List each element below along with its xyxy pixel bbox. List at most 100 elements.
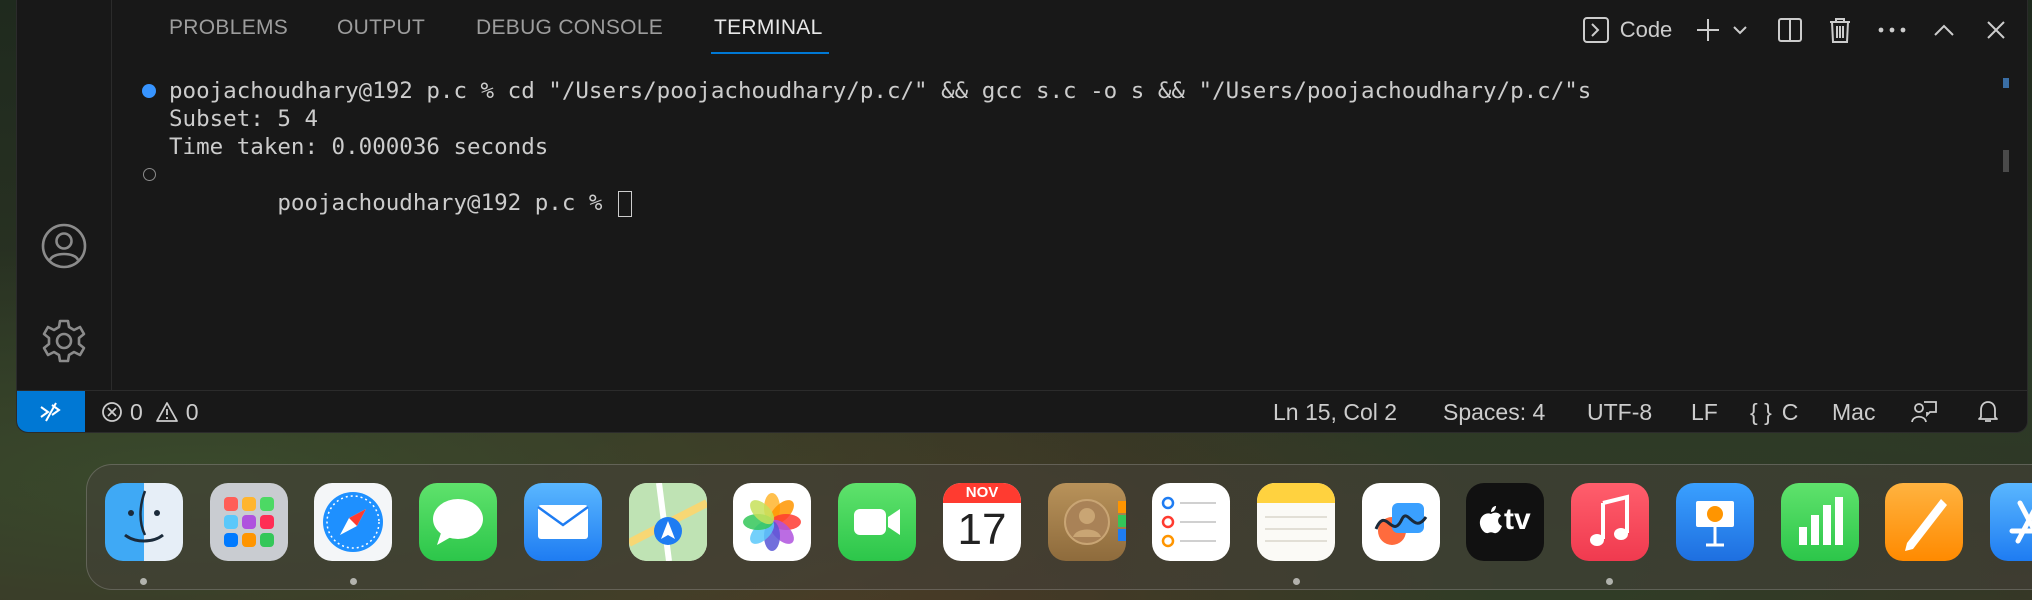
maps-icon: [629, 483, 707, 561]
eol-setting[interactable]: LF: [1691, 391, 1718, 432]
terminal-prompt: poojachoudhary@192 p.c %: [277, 190, 617, 216]
terminal-name: Code: [1619, 17, 1673, 42]
remote-indicator[interactable]: [17, 391, 85, 432]
messages-icon: [433, 499, 483, 545]
app-store-icon: [2009, 500, 2032, 544]
dock-safari[interactable]: [314, 483, 392, 561]
dock-app-store[interactable]: [1990, 483, 2032, 561]
problems-indicator[interactable]: 0 0: [101, 391, 199, 432]
terminal-scrollbar[interactable]: [2003, 150, 2009, 172]
active-tab-indicator: [711, 52, 829, 54]
dock-freeform[interactable]: [1362, 483, 1440, 561]
account-icon[interactable]: [40, 222, 88, 270]
tv-label: tv: [1504, 503, 1531, 536]
terminal-instance-button[interactable]: Code: [1572, 10, 1682, 50]
tab-debug-console[interactable]: DEBUG CONSOLE: [476, 16, 663, 40]
dock-photos[interactable]: [733, 483, 811, 561]
calendar-month: NOV: [965, 484, 999, 501]
dock-keynote[interactable]: [1676, 483, 1754, 561]
vscode-window: PROBLEMS OUTPUT DEBUG CONSOLE TERMINAL C…: [16, 0, 2028, 433]
facetime-icon: [854, 509, 900, 535]
trash-icon: [1830, 18, 1850, 43]
new-terminal-button[interactable]: [1691, 10, 1725, 50]
photos-icon: [743, 493, 801, 551]
chevron-up-icon: [1934, 24, 1954, 36]
terminal-output[interactable]: poojachoudhary@192 p.c % cd "/Users/pooj…: [112, 72, 1987, 372]
mail-icon: [537, 505, 589, 539]
dock-messages[interactable]: [419, 483, 497, 561]
finder-running-dot: [140, 578, 147, 585]
language-mode[interactable]: { } C: [1750, 391, 1799, 432]
dock-launchpad[interactable]: [210, 483, 288, 561]
notes-icon: [1257, 483, 1335, 542]
terminal-prompt-line: poojachoudhary@192 p.c %: [169, 161, 633, 245]
kill-terminal-button[interactable]: [1823, 10, 1857, 50]
activity-bar: [17, 0, 112, 390]
pages-icon: [1905, 499, 1947, 551]
safari-running-dot: [350, 578, 357, 585]
bell-icon: [1978, 401, 1998, 422]
dock-music[interactable]: [1571, 483, 1649, 561]
ellipsis-icon: [1878, 27, 1906, 33]
dock-contacts[interactable]: [1048, 483, 1126, 561]
launchpad-icon: [224, 497, 274, 547]
dock-tv[interactable]: tv: [1466, 483, 1544, 561]
terminal-icon: [1582, 17, 1609, 43]
close-panel-button[interactable]: [1979, 10, 2013, 50]
tab-problems[interactable]: PROBLEMS: [169, 16, 288, 40]
language-label: C: [1781, 398, 1799, 425]
contacts-icon: [1064, 499, 1126, 545]
dock-maps[interactable]: [629, 483, 707, 561]
platform-indicator[interactable]: Mac: [1832, 391, 1875, 432]
more-actions-button[interactable]: [1875, 10, 1909, 50]
split-terminal-button[interactable]: [1773, 10, 1807, 50]
terminal-line: poojachoudhary@192 p.c % cd "/Users/pooj…: [169, 78, 1592, 104]
tab-terminal[interactable]: TERMINAL: [714, 16, 823, 40]
scrollbar-marker: [2003, 78, 2009, 88]
dock-reminders[interactable]: [1152, 483, 1230, 561]
dock-finder[interactable]: [105, 483, 183, 561]
terminal-line: Subset: 5 4: [169, 106, 319, 132]
notifications-button[interactable]: [1977, 391, 1999, 432]
warning-count: 0: [185, 398, 199, 425]
keynote-icon: [1696, 501, 1734, 547]
dock-facetime[interactable]: [838, 483, 916, 561]
dock-mail[interactable]: [524, 483, 602, 561]
cursor-position[interactable]: Ln 15, Col 2: [1273, 391, 1397, 432]
bottom-panel: PROBLEMS OUTPUT DEBUG CONSOLE TERMINAL C…: [112, 0, 2027, 390]
maximize-panel-button[interactable]: [1927, 10, 1961, 50]
remote-icon: [40, 402, 61, 422]
warning-icon: [155, 402, 178, 422]
manage-gear-icon[interactable]: [40, 317, 88, 365]
dock-notes[interactable]: [1257, 483, 1335, 561]
split-icon: [1778, 18, 1802, 42]
notes-running-dot: [1293, 578, 1300, 585]
dock-pages[interactable]: [1885, 483, 1963, 561]
tab-output[interactable]: OUTPUT: [337, 16, 425, 40]
error-count: 0: [130, 398, 143, 425]
chevron-down-icon: [1733, 26, 1747, 35]
braces-icon: { }: [1750, 398, 1772, 425]
feedback-button[interactable]: [1911, 391, 1937, 432]
status-bar: 0 0 Ln 15, Col 2 Spaces: 4 UTF-8 LF { } …: [17, 390, 2027, 432]
terminal-line: Time taken: 0.000036 seconds: [169, 134, 549, 160]
feedback-icon: [1911, 401, 1937, 423]
dock-numbers[interactable]: [1781, 483, 1859, 561]
command-pending-marker: [143, 168, 156, 181]
terminal-dropdown-button[interactable]: [1729, 10, 1751, 50]
error-icon: [102, 402, 122, 422]
plus-icon: [1697, 19, 1719, 41]
indentation-setting[interactable]: Spaces: 4: [1443, 391, 1545, 432]
command-success-marker[interactable]: [142, 84, 156, 98]
encoding-setting[interactable]: UTF-8: [1587, 391, 1652, 432]
numbers-icon: [1799, 497, 1843, 545]
finder-icon: [124, 490, 164, 543]
calendar-day: 17: [957, 505, 1007, 554]
terminal-cursor: [618, 190, 633, 217]
music-running-dot: [1606, 578, 1613, 585]
safari-icon: [323, 492, 383, 552]
close-icon: [1987, 21, 2005, 39]
reminders-icon: [1161, 496, 1216, 548]
music-icon: [1590, 494, 1629, 546]
dock-calendar[interactable]: NOV 17: [943, 483, 1021, 561]
